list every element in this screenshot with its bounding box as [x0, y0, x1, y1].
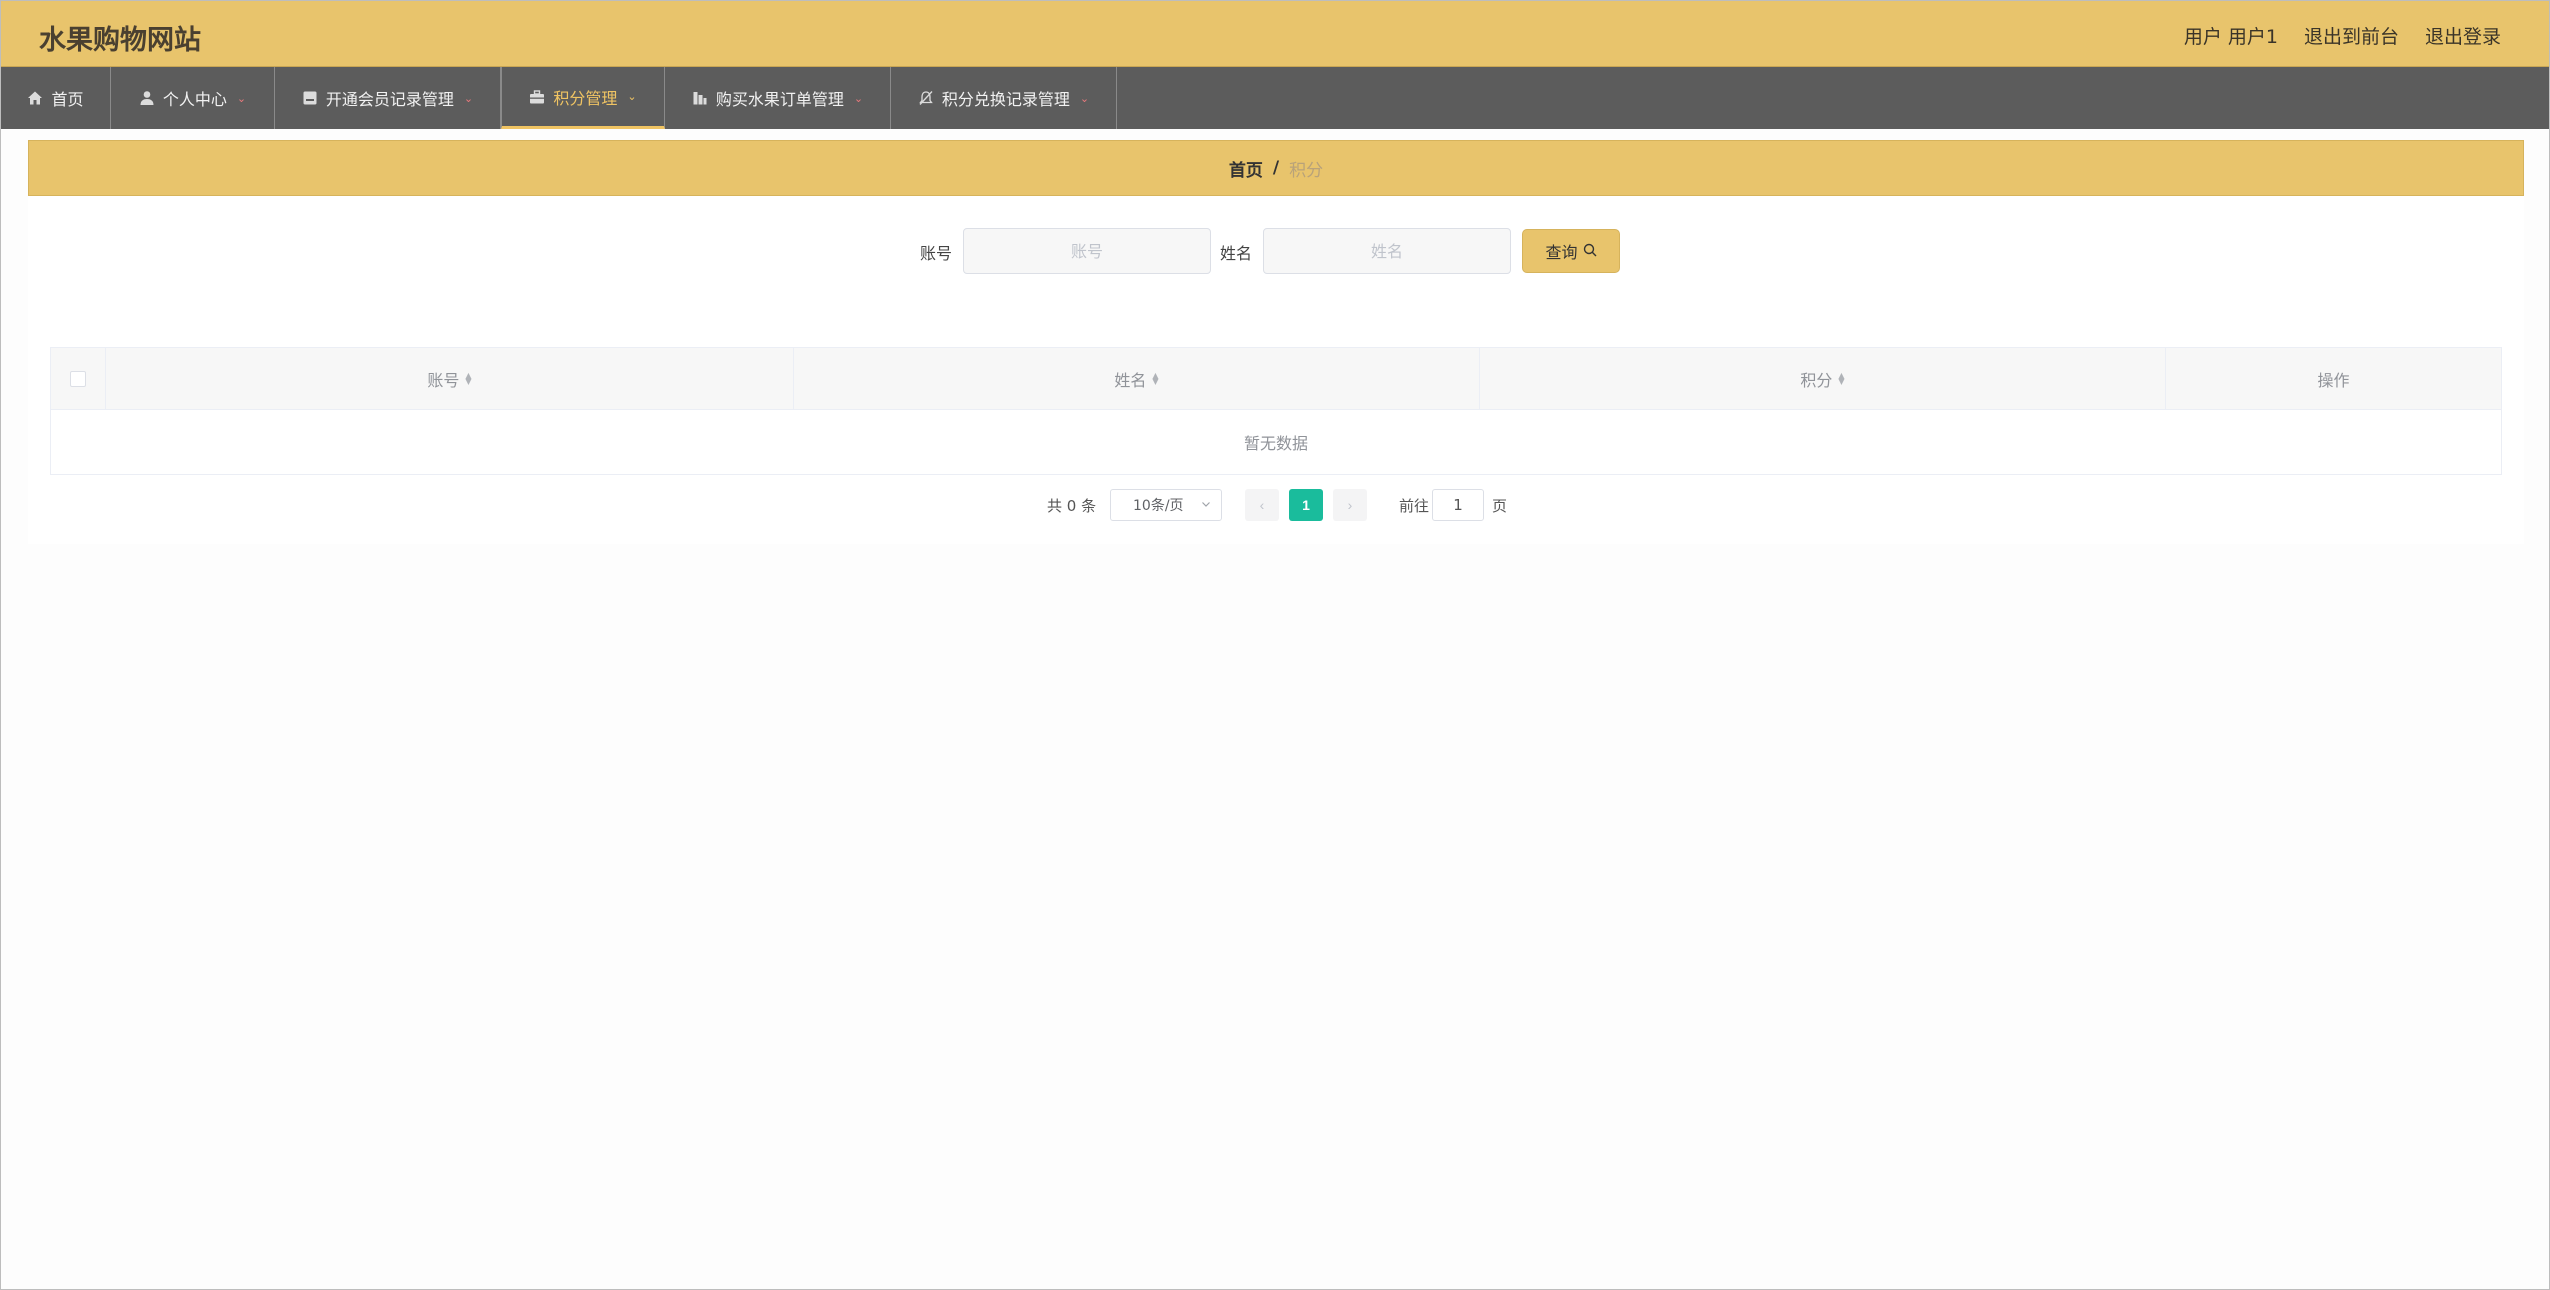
briefcase-icon [529, 89, 545, 105]
goto-page-input[interactable] [1432, 489, 1484, 521]
nav-label-points-management: 积分管理 [553, 88, 618, 108]
breadcrumb-home[interactable]: 首页 [1229, 156, 1263, 181]
query-button[interactable]: 查询 [1522, 229, 1620, 273]
chevron-down-icon: ⌄ [236, 91, 247, 105]
total-count: 共 0 条 [1047, 496, 1097, 515]
account-label: 账号 [920, 244, 953, 263]
header-links: 用户 用户1 退出到前台 退出登录 [2184, 22, 2501, 49]
column-header-account[interactable]: 账号 ▲ ▼ [106, 348, 794, 409]
nav-item-personal-center[interactable]: 个人中心 ⌄ [111, 67, 275, 129]
site-title: 水果购物网站 [39, 25, 201, 56]
query-button-label: 查询 [1545, 243, 1578, 262]
chevron-down-icon [1201, 497, 1211, 513]
nav-item-points-management[interactable]: 积分管理 ⌄ [501, 67, 665, 129]
nav-label-fruit-orders: 购买水果订单管理 [715, 90, 844, 109]
sort-icon[interactable]: ▲ ▼ [465, 371, 471, 385]
column-label-actions: 操作 [2317, 370, 2350, 390]
pagination: 共 0 条 10条/页 ‹ 1 › 前往 页 [28, 489, 2524, 523]
back-to-front-link[interactable]: 退出到前台 [2304, 22, 2399, 49]
chevron-down-icon: ⌄ [853, 91, 864, 105]
bell-off-icon [918, 90, 934, 106]
page-suffix: 页 [1492, 496, 1508, 515]
nav-label-home: 首页 [51, 90, 84, 109]
search-form: 账号 姓名 查询 [28, 228, 2524, 274]
column-label-name: 姓名 [1114, 370, 1147, 390]
points-table: 账号 ▲ ▼ 姓名 ▲ ▼ 积分 ▲ ▼ 操作 暂无数据 [50, 347, 2502, 475]
card-icon [302, 90, 318, 106]
breadcrumb: 首页 / 积分 [28, 140, 2524, 196]
top-header: 水果购物网站 用户 用户1 退出到前台 退出登录 [1, 1, 2549, 67]
content-panel: 账号 姓名 查询 账号 ▲▼ 姓名 ▲▼ 积分 ▲▼ [28, 196, 2524, 544]
account-search-input[interactable] [963, 228, 1211, 274]
column-label-account: 账号 [427, 370, 460, 390]
empty-state-text: 暂无数据 [1243, 434, 1308, 453]
column-header-actions: 操作 [2166, 348, 2501, 409]
nav-item-points-exchange-records[interactable]: 积分兑换记录管理 ⌄ [891, 67, 1117, 129]
chevron-right-icon: › [1347, 497, 1353, 513]
select-all-cell [51, 348, 106, 409]
nav-label-personal-center: 个人中心 [162, 90, 227, 109]
home-icon [27, 90, 43, 106]
chevron-down-icon: ⌄ [463, 91, 474, 105]
nav-item-membership-records[interactable]: 开通会员记录管理 ⌄ [275, 67, 501, 129]
sort-icon[interactable]: ▲ ▼ [1838, 371, 1844, 385]
chevron-left-icon: ‹ [1259, 497, 1265, 513]
page-size-select[interactable]: 10条/页 [1110, 489, 1222, 521]
nav-item-fruit-orders[interactable]: 购买水果订单管理 ⌄ [665, 67, 891, 129]
goto-label: 前往 [1399, 496, 1430, 515]
breadcrumb-separator: / [1272, 158, 1280, 178]
select-all-checkbox[interactable] [70, 370, 86, 387]
nav-label-membership-records: 开通会员记录管理 [325, 90, 454, 109]
prev-page-button[interactable]: ‹ [1245, 489, 1279, 521]
current-user-label: 用户 用户1 [2183, 26, 2278, 48]
table-header: 账号 ▲ ▼ 姓名 ▲ ▼ 积分 ▲ ▼ 操作 [51, 348, 2501, 410]
page-size-value: 10条/页 [1133, 498, 1184, 514]
user-icon [139, 90, 155, 106]
nav-item-home[interactable]: 首页 [1, 67, 111, 129]
page-number-current[interactable]: 1 [1289, 489, 1323, 521]
sort-icon[interactable]: ▲ ▼ [1152, 371, 1158, 385]
column-header-points[interactable]: 积分 ▲ ▼ [1480, 348, 2166, 409]
breadcrumb-current: 积分 [1289, 160, 1324, 181]
column-header-name[interactable]: 姓名 ▲ ▼ [794, 348, 1480, 409]
main-nav: 首页 个人中心 ⌄ 开通会员记录管理 ⌄ 积分管理 ⌄ 购买水果订单管理 ⌄ 积… [1, 67, 2549, 129]
chevron-down-icon: ⌄ [1079, 91, 1090, 105]
chevron-down-icon: ⌄ [627, 90, 637, 103]
name-label: 姓名 [1220, 244, 1253, 263]
search-icon [1583, 242, 1597, 261]
chart-icon [692, 90, 708, 106]
logout-link[interactable]: 退出登录 [2425, 22, 2501, 49]
column-label-points: 积分 [1800, 370, 1833, 390]
name-search-input[interactable] [1263, 228, 1511, 274]
next-page-button[interactable]: › [1333, 489, 1367, 521]
nav-label-points-exchange-records: 积分兑换记录管理 [941, 90, 1070, 109]
